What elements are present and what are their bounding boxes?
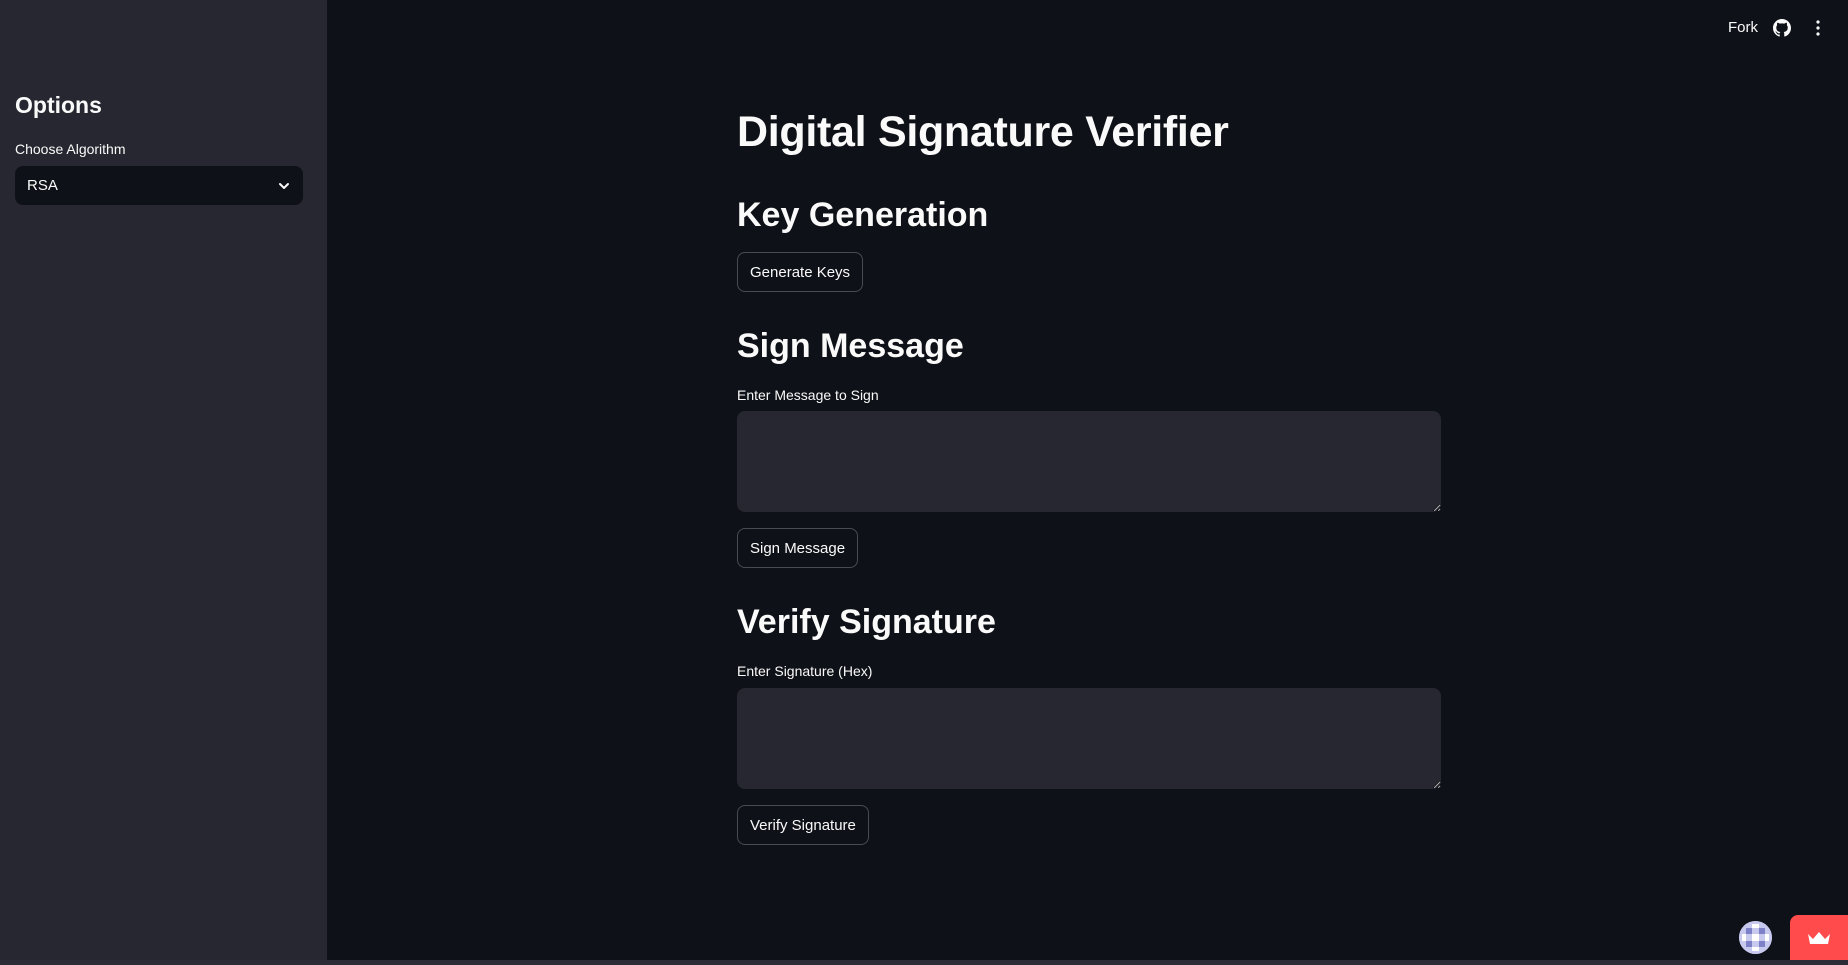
verify-signature-button[interactable]: Verify Signature bbox=[737, 805, 869, 845]
crown-icon bbox=[1808, 931, 1830, 944]
verify-signature-heading: Verify Signature bbox=[737, 603, 996, 641]
kebab-menu-icon[interactable] bbox=[1810, 19, 1826, 37]
chevron-down-icon bbox=[279, 182, 289, 189]
sidebar-title: Options bbox=[15, 92, 102, 118]
avatar[interactable] bbox=[1739, 921, 1772, 954]
generate-keys-button[interactable]: Generate Keys bbox=[737, 252, 864, 292]
bottom-bar bbox=[0, 960, 1848, 965]
deploy-crown-button[interactable] bbox=[1790, 915, 1848, 960]
algorithm-select-value: RSA bbox=[27, 177, 58, 194]
message-input-label: Enter Message to Sign bbox=[737, 387, 879, 403]
signature-input-label: Enter Signature (Hex) bbox=[737, 663, 873, 679]
algorithm-label: Choose Algorithm bbox=[15, 141, 126, 157]
algorithm-select[interactable]: RSA bbox=[15, 166, 303, 205]
app-root: Options Choose Algorithm RSA Fork Digita… bbox=[0, 0, 1848, 965]
sign-message-heading: Sign Message bbox=[737, 327, 964, 365]
fork-link[interactable]: Fork bbox=[1728, 19, 1758, 36]
message-input[interactable] bbox=[737, 411, 1441, 512]
key-generation-heading: Key Generation bbox=[737, 196, 989, 234]
avatar-pattern-icon bbox=[1739, 921, 1772, 954]
sign-message-button[interactable]: Sign Message bbox=[737, 528, 859, 568]
signature-input[interactable] bbox=[737, 688, 1441, 789]
github-icon[interactable] bbox=[1773, 19, 1791, 37]
page-title: Digital Signature Verifier bbox=[737, 108, 1229, 156]
sidebar: Options Choose Algorithm RSA bbox=[0, 0, 327, 960]
